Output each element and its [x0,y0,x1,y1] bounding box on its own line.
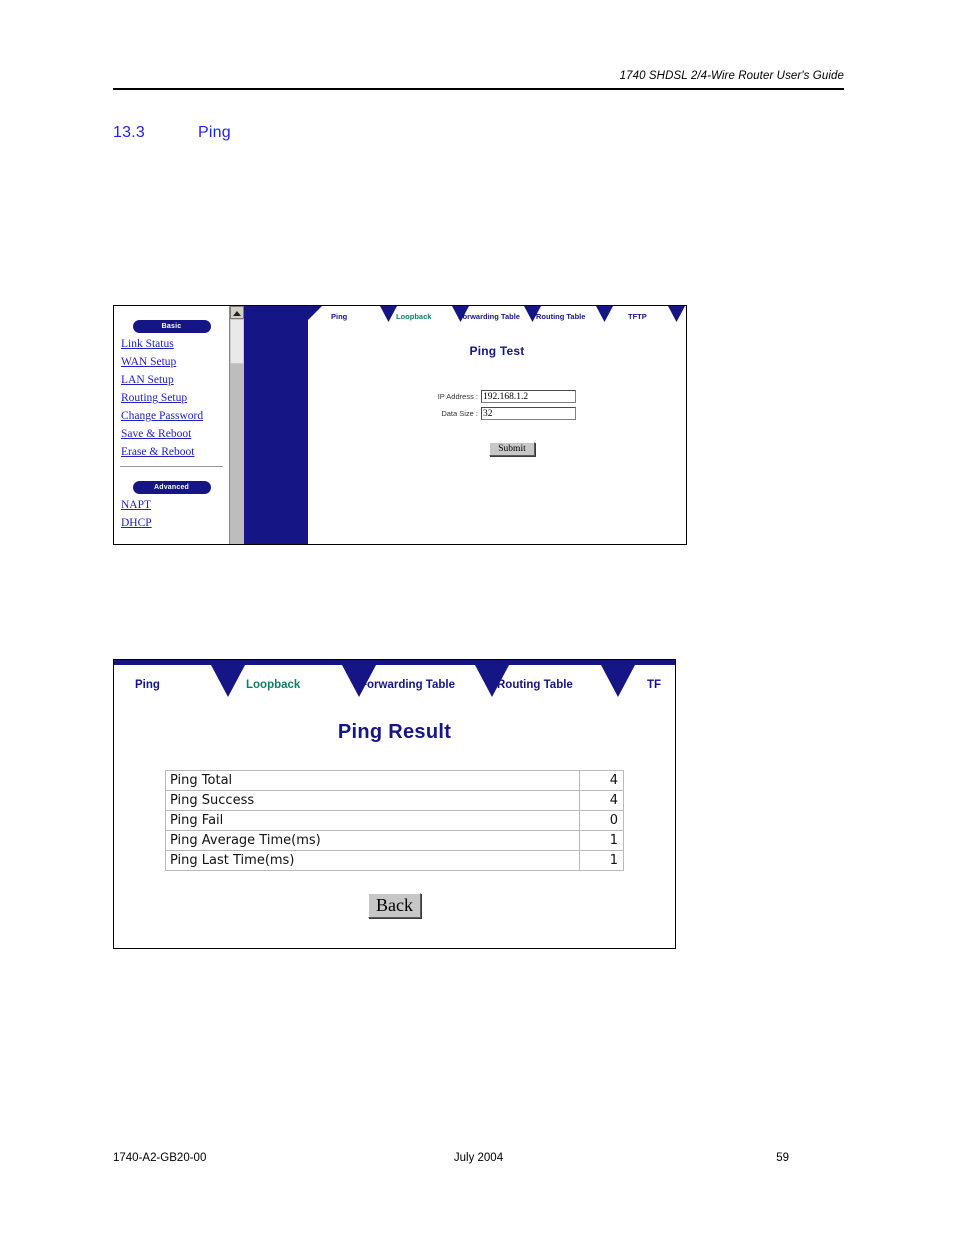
table-row: Ping Fail 0 [165,810,624,831]
sidebar-item-napt[interactable]: NAPT [121,496,229,514]
document-header: 1740 SHDSL 2/4-Wire Router User's Guide [113,66,844,84]
tab-bar: Ping Loopback Forwarding Table Routing T… [308,306,686,332]
tab-ping[interactable]: Ping [331,312,347,321]
back-button[interactable]: Back [368,893,421,918]
tab-routing-table[interactable]: Routing Table [536,312,585,321]
row-label: Ping Success [165,790,580,811]
sidebar-item-routing-setup[interactable]: Routing Setup [121,389,229,407]
sidebar-item-link-status[interactable]: Link Status [121,335,229,353]
row-label: Ping Last Time(ms) [165,850,580,871]
sidebar-item-lan-setup[interactable]: LAN Setup [121,371,229,389]
footer-page-number: 59 [776,1152,789,1164]
table-row: Ping Average Time(ms) 1 [165,830,624,851]
result-tab-bar: Ping Loopback Forwarding Table Routing T… [114,665,675,707]
ping-test-screenshot: Basic Link Status WAN Setup LAN Setup Ro… [113,305,687,545]
section-number: 13.3 [113,124,145,141]
table-row: Ping Success 4 [165,790,624,811]
table-row: Ping Total 4 [165,770,624,791]
ping-result-table: Ping Total 4 Ping Success 4 Ping Fail 0 … [165,770,624,871]
tab-tftp[interactable]: TFTP [628,312,647,321]
sidebar-item-wan-setup[interactable]: WAN Setup [121,353,229,371]
table-row: Ping Last Time(ms) 1 [165,850,624,871]
sidebar: Basic Link Status WAN Setup LAN Setup Ro… [114,306,229,544]
scrollbar-thumb[interactable] [230,319,244,364]
tab-routing-table[interactable]: Routing Table [497,679,573,691]
submit-row: Submit [338,438,686,456]
sidebar-scrollbar[interactable] [229,306,244,544]
tab-forwarding-table[interactable]: Forwarding Table [360,679,455,691]
row-label: Ping Average Time(ms) [165,830,580,851]
row-value: 4 [579,770,624,791]
sidebar-divider [120,466,223,467]
data-size-row: Data Size : 32 [416,407,686,420]
row-value: 0 [579,810,624,831]
sidebar-item-dhcp[interactable]: DHCP [121,514,229,532]
ip-address-row: IP Address : 192.168.1.2 [416,390,686,403]
router-web-ui: Basic Link Status WAN Setup LAN Setup Ro… [114,306,686,544]
sidebar-item-save-reboot[interactable]: Save & Reboot [121,425,229,443]
ip-address-label: IP Address : [437,392,478,401]
ping-result-screenshot: Ping Loopback Forwarding Table Routing T… [113,659,676,949]
sidebar-item-change-password[interactable]: Change Password [121,407,229,425]
row-value: 1 [579,850,624,871]
page-footer: 1740-A2-GB20-00 July 2004 59 [113,1152,844,1168]
sidebar-section-advanced: Advanced [132,481,211,494]
ping-form: IP Address : 192.168.1.2 Data Size : 32 … [308,390,686,456]
data-size-label: Data Size : [441,409,478,418]
panel-title: Ping Test [469,344,525,358]
sidebar-section-basic: Basic [132,320,211,333]
section-title: Ping [198,124,231,141]
row-value: 4 [579,790,624,811]
tab-loopback[interactable]: Loopback [396,312,431,321]
row-value: 1 [579,830,624,851]
content-panel: Ping Loopback Forwarding Table Routing T… [308,306,686,544]
document-header-title: 1740 SHDSL 2/4-Wire Router User's Guide [619,70,844,82]
row-label: Ping Total [165,770,580,791]
page-background: Ping Loopback Forwarding Table Routing T… [244,306,686,544]
page-title: 13.3 Ping [113,124,713,142]
tab-tftp[interactable]: TF [647,679,661,691]
data-size-input[interactable]: 32 [481,407,576,420]
tab-ping[interactable]: Ping [135,679,160,691]
sidebar-item-erase-reboot[interactable]: Erase & Reboot [121,443,229,461]
tab-forwarding-table[interactable]: Forwarding Table [458,312,520,321]
ip-address-input[interactable]: 192.168.1.2 [481,390,576,403]
scrollbar-track[interactable] [230,365,244,544]
submit-button[interactable]: Submit [489,442,535,456]
tab-separator-wedge [211,665,245,697]
footer-date: July 2004 [453,1152,504,1164]
tab-loopback[interactable]: Loopback [246,679,300,691]
header-rule [113,88,844,90]
scroll-up-arrow-icon[interactable] [230,306,244,319]
result-panel-title: Ping Result [337,721,452,743]
row-label: Ping Fail [165,810,580,831]
back-row: Back [114,893,675,918]
tab-separator-wedge [601,665,635,697]
